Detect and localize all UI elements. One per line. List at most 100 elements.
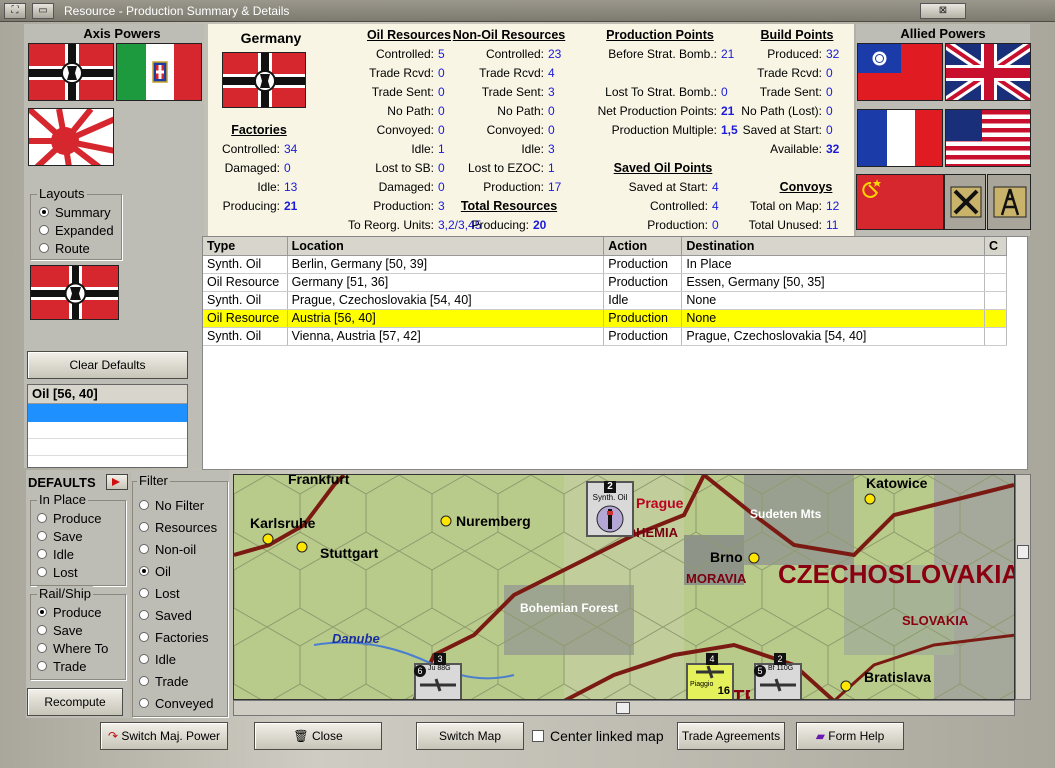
table-header-row: Type Location Action Destination C <box>203 237 1008 256</box>
stat-label: Production: <box>483 180 544 194</box>
ussr-flag-button[interactable] <box>856 174 944 230</box>
usa-flag-button[interactable] <box>945 109 1031 167</box>
stat-value: 0 <box>548 123 555 137</box>
stat-row: Total Unused: 11 <box>740 216 852 235</box>
filter-radio-resources[interactable]: Resources <box>139 516 217 538</box>
filter-radio-non-oil[interactable]: Non-oil <box>139 538 217 560</box>
germany-flag-button[interactable] <box>28 43 114 101</box>
uk-flag-button[interactable] <box>945 43 1031 101</box>
filter-radio-factories[interactable]: Factories <box>139 626 217 648</box>
filter-radio-trade[interactable]: Trade <box>139 670 217 692</box>
stat-row: Controlled: 23 <box>444 45 574 64</box>
radio-indicator <box>37 549 47 559</box>
column-location[interactable]: Location <box>287 237 605 256</box>
rail-ship-radio-trade[interactable]: Trade <box>37 657 108 675</box>
column-type[interactable]: Type <box>203 237 288 256</box>
table-cell <box>984 309 1008 328</box>
map-label: MORAVIA <box>686 571 747 586</box>
rail-ship-radio-where-to[interactable]: Where To <box>37 639 108 657</box>
table-row[interactable]: Synth. Oil Vienna, Austria [57, 42] Produc… <box>203 327 1008 346</box>
in-place-radio-lost[interactable]: Lost <box>37 563 101 581</box>
table-cell <box>984 255 1008 274</box>
usa-flag-icon <box>946 110 1030 166</box>
radio-label: Lost <box>155 585 180 601</box>
switch-icon: ↷ <box>107 729 122 743</box>
system-menu-button[interactable]: ⛶ <box>4 3 26 19</box>
pickaxe-shovel-icon <box>950 186 982 218</box>
rail-ship-radio-produce[interactable]: Produce <box>37 603 108 621</box>
radio-indicator <box>139 544 149 554</box>
italy-flag-button[interactable] <box>116 43 202 101</box>
air-unit-counter[interactable]: 6 3 Ju 88G <box>414 653 462 699</box>
factories-section: Factories Controlled: 34 Damaged: 0 Idle: 13 P… <box>208 123 310 216</box>
stat-label <box>560 64 717 83</box>
column-destination[interactable]: Destination <box>681 237 985 256</box>
close-button[interactable]: 🗑 Close <box>254 722 382 750</box>
list-item[interactable] <box>28 422 187 439</box>
filter-radio-lost[interactable]: Lost <box>139 582 217 604</box>
in-place-radio-produce[interactable]: Produce <box>37 509 101 527</box>
stat-label: Lost To Strat. Bomb.: <box>605 85 717 99</box>
in-place-radio-idle[interactable]: Idle <box>37 545 101 563</box>
trade-agreements-button[interactable]: Trade Agreements <box>677 722 785 750</box>
defaults-apply-button[interactable] <box>106 474 128 490</box>
form-help-button[interactable]: ▰ Form Help <box>796 722 904 750</box>
rail-ship-radio-save[interactable]: Save <box>37 621 108 639</box>
map-vertical-scrollbar[interactable] <box>1015 474 1031 700</box>
table-row[interactable]: Synth. Oil Berlin, Germany [50, 39] Produc… <box>203 255 1008 274</box>
table-row[interactable]: Oil Resource Austria [56, 40] Production No… <box>203 309 1008 328</box>
switch-map-button[interactable]: Switch Map <box>416 722 524 750</box>
column-c[interactable]: C <box>984 237 1008 256</box>
stat-value: 0 <box>826 123 833 137</box>
table-row[interactable]: Synth. Oil Prague, Czechoslovakia [54, 40… <box>203 291 1008 310</box>
filter-radio-oil[interactable]: Oil <box>139 560 217 582</box>
stat-value: 1 <box>548 161 555 175</box>
center-linked-map-checkbox[interactable] <box>532 730 544 742</box>
list-item[interactable] <box>28 439 187 456</box>
stat-label: Damaged: <box>224 161 280 175</box>
layout-route-radio[interactable]: Route <box>39 239 114 257</box>
production-points-section: Production Points Before Strat. Bomb.: 21… <box>560 28 740 140</box>
stat-row: Produced: 32 <box>732 45 854 64</box>
stat-label: Produced: <box>767 47 822 61</box>
stat-value: 34 <box>284 142 298 156</box>
switch-major-power-button[interactable]: ↷ Switch Maj. Power <box>100 722 228 750</box>
stat-value: 20 <box>533 218 547 232</box>
map-label: Frankfurt <box>288 474 350 487</box>
japan-flag-button[interactable] <box>28 108 114 166</box>
map-view[interactable]: Frankfurt Karlsruhe Stuttgart Nuremberg … <box>233 474 1015 700</box>
italian-air-counter[interactable]: 4 Piaggio 16 <box>686 653 734 699</box>
recompute-button[interactable]: Recompute <box>27 688 123 716</box>
list-item-selected[interactable] <box>28 404 187 422</box>
map-label: Bratislava <box>864 669 931 685</box>
scroll-thumb[interactable] <box>1017 545 1029 559</box>
fighter-counter[interactable]: 5 2 Bf 110G <box>754 653 802 699</box>
stat-label: Available: <box>770 142 822 156</box>
synth-oil-counter[interactable]: 2 Synth. Oil <box>586 481 634 537</box>
filter-radio-saved[interactable]: Saved <box>139 604 217 626</box>
in-place-radio-save[interactable]: Save <box>37 527 101 545</box>
counter-value: 16 <box>717 685 730 697</box>
clear-defaults-button[interactable]: Clear Defaults <box>27 351 188 379</box>
map-label: Katowice <box>866 475 928 491</box>
filter-radio-idle[interactable]: Idle <box>139 648 217 670</box>
oil-resource-button[interactable] <box>987 174 1031 230</box>
stat-label: Production: <box>647 218 708 232</box>
button-label: Close <box>311 729 343 743</box>
layout-summary-radio[interactable]: Summary <box>39 203 114 221</box>
filter-radio-no-filter[interactable]: No Filter <box>139 494 217 516</box>
stat-row: Net Production Points: 21 <box>560 102 740 121</box>
stat-label: Trade Rcvd: <box>369 66 434 80</box>
map-horizontal-scrollbar[interactable] <box>233 700 1015 716</box>
table-row[interactable]: Oil Resource Germany [51, 36] Production Es… <box>203 273 1008 292</box>
mines-resource-button[interactable] <box>944 174 986 230</box>
collapse-button[interactable]: ▭ <box>32 3 54 19</box>
stat-label: Controlled: <box>221 142 280 156</box>
close-window-button[interactable]: ⊠ <box>920 3 966 19</box>
filter-radio-conveyed[interactable]: Conveyed <box>139 692 217 714</box>
column-action[interactable]: Action <box>603 237 683 256</box>
china-flag-button[interactable] <box>857 43 943 101</box>
france-flag-button[interactable] <box>857 109 943 167</box>
scroll-thumb[interactable] <box>616 702 630 714</box>
layout-expanded-radio[interactable]: Expanded <box>39 221 114 239</box>
